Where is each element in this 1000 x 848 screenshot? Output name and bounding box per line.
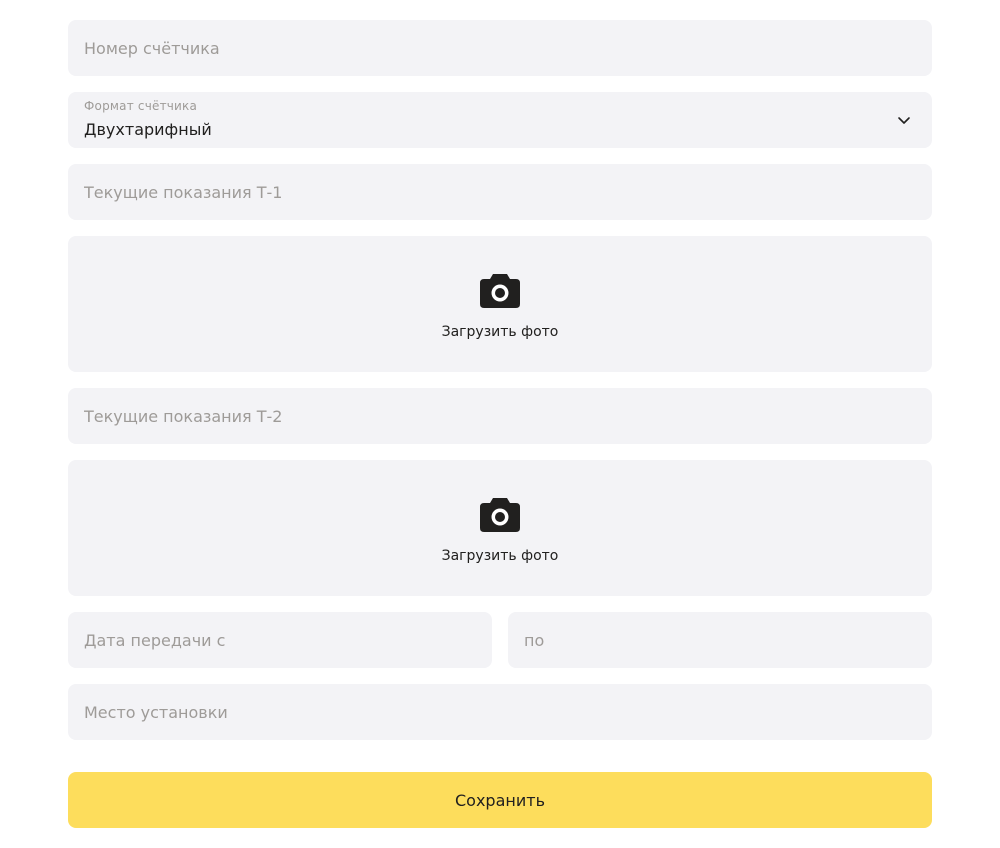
meter-number-field[interactable] — [68, 20, 932, 76]
date-from-field[interactable] — [68, 612, 492, 668]
upload-photo-t2-label: Загрузить фото — [441, 548, 559, 564]
meter-form: Формат счётчика Двухтарифный Загрузить ф… — [68, 20, 932, 828]
save-button[interactable]: Сохранить — [68, 772, 932, 828]
meter-format-value: Двухтарифный — [84, 120, 212, 139]
reading-t1-input[interactable] — [68, 164, 932, 220]
upload-photo-t1-button[interactable]: Загрузить фото — [68, 236, 932, 372]
upload-photo-t1-label: Загрузить фото — [441, 324, 559, 340]
reading-t2-field[interactable] — [68, 388, 932, 444]
camera-icon — [480, 274, 520, 308]
camera-icon — [480, 498, 520, 532]
meter-format-select[interactable]: Формат счётчика Двухтарифный — [68, 92, 932, 148]
date-to-input[interactable] — [508, 612, 932, 668]
meter-format-label: Формат счётчика — [84, 99, 198, 113]
reading-t1-field[interactable] — [68, 164, 932, 220]
date-from-input[interactable] — [68, 612, 492, 668]
install-place-input[interactable] — [68, 684, 932, 740]
meter-number-input[interactable] — [68, 20, 932, 76]
reading-t2-input[interactable] — [68, 388, 932, 444]
chevron-down-icon — [898, 117, 910, 124]
date-range-row — [68, 612, 932, 668]
upload-photo-t2-button[interactable]: Загрузить фото — [68, 460, 932, 596]
install-place-field[interactable] — [68, 684, 932, 740]
date-to-field[interactable] — [508, 612, 932, 668]
